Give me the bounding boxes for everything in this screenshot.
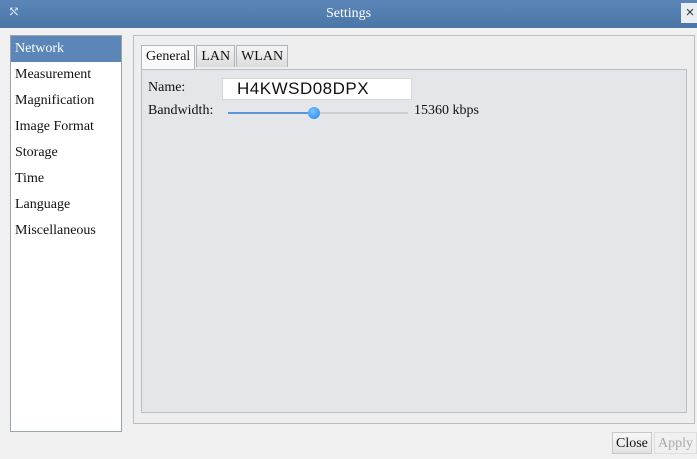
sidebar-item-image-format[interactable]: Image Format	[11, 114, 121, 140]
bandwidth-value: 15360 kbps	[414, 103, 479, 118]
device-name-field[interactable]: H4KWSD08DPX	[222, 78, 412, 100]
tab-lan[interactable]: LAN	[196, 45, 236, 67]
bandwidth-label: Bandwidth:	[148, 103, 214, 118]
sidebar-item-magnification[interactable]: Magnification	[11, 88, 121, 114]
general-tab-content: Name: H4KWSD08DPX Bandwidth: 15360 kbps	[141, 69, 687, 413]
tab-bar: General LAN WLAN	[141, 45, 289, 69]
tab-wlan[interactable]: WLAN	[236, 45, 289, 67]
slider-thumb[interactable]	[308, 107, 320, 119]
window-title: Settings	[325, 6, 372, 21]
network-settings-panel: General LAN WLAN Name: H4KWSD08DPX Bandw…	[133, 35, 695, 424]
sidebar-item-language[interactable]: Language	[11, 192, 121, 218]
sidebar-item-time[interactable]: Time	[11, 166, 121, 192]
close-button[interactable]: Close	[612, 432, 652, 454]
slider-track	[314, 112, 408, 114]
slider-fill	[228, 112, 314, 114]
sidebar-item-miscellaneous[interactable]: Miscellaneous	[11, 218, 121, 244]
bandwidth-slider[interactable]	[228, 106, 408, 120]
sidebar-item-storage[interactable]: Storage	[11, 140, 121, 166]
title-bar: ⤲ Settings ×	[0, 0, 697, 28]
settings-category-list[interactable]: Network Measurement Magnification Image …	[10, 35, 122, 432]
window-close-button[interactable]: ×	[681, 3, 697, 23]
tab-general[interactable]: General	[141, 45, 196, 69]
name-label: Name:	[148, 80, 186, 95]
apply-button[interactable]: Apply	[654, 432, 697, 454]
sidebar-item-measurement[interactable]: Measurement	[11, 62, 121, 88]
sidebar-item-network[interactable]: Network	[11, 36, 121, 62]
